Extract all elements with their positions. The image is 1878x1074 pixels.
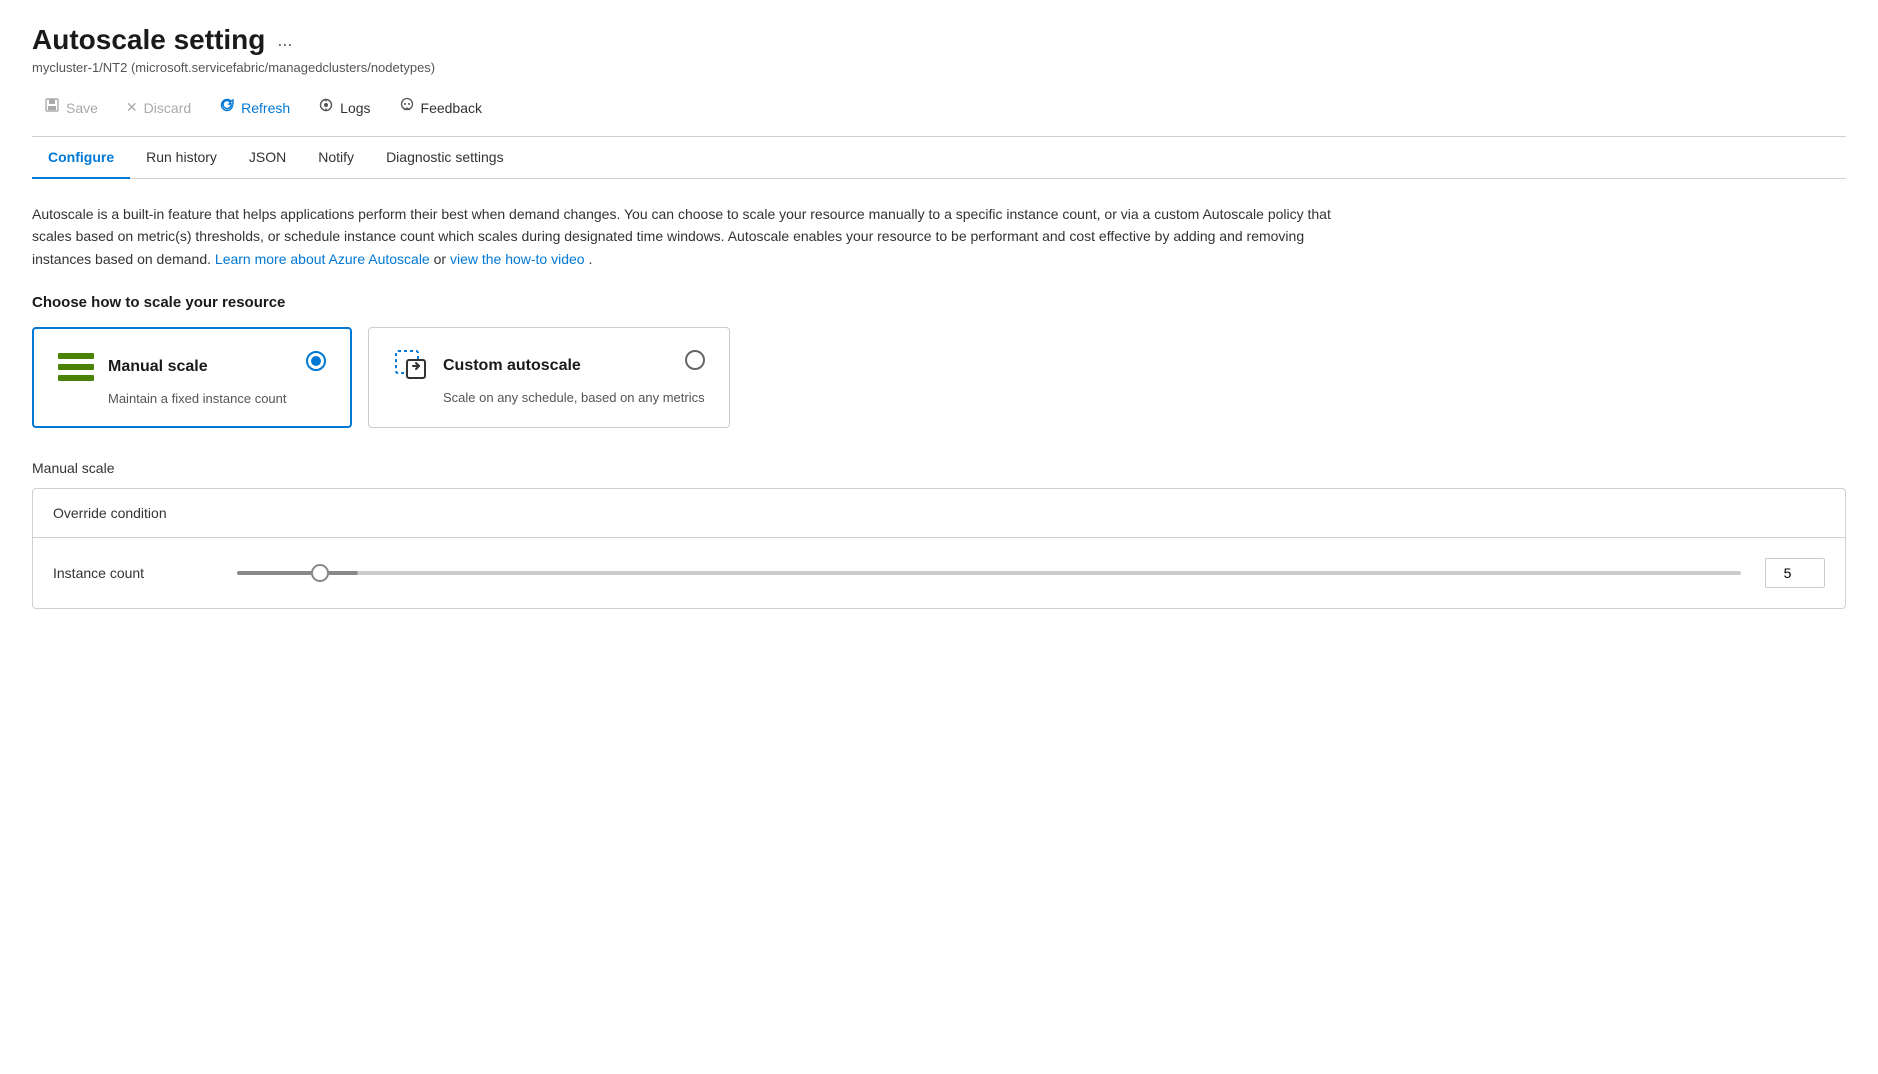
custom-autoscale-icon (393, 348, 429, 384)
custom-autoscale-title: Custom autoscale (443, 357, 581, 375)
logs-button[interactable]: Logs (306, 91, 382, 124)
tab-diagnostic-settings[interactable]: Diagnostic settings (370, 137, 520, 179)
tab-configure[interactable]: Configure (32, 137, 130, 179)
instance-count-row: Instance count (33, 538, 1845, 608)
instance-count-input[interactable] (1765, 558, 1825, 588)
instance-count-label: Instance count (53, 565, 213, 581)
custom-autoscale-radio[interactable] (685, 350, 705, 370)
tab-json[interactable]: JSON (233, 137, 302, 179)
refresh-icon (219, 97, 235, 118)
page-title: Autoscale setting ... (32, 24, 1846, 56)
tab-bar: Configure Run history JSON Notify Diagno… (32, 137, 1846, 179)
save-button[interactable]: Save (32, 91, 110, 124)
custom-autoscale-card[interactable]: Custom autoscale Scale on any schedule, … (368, 327, 730, 428)
logs-icon (318, 97, 334, 118)
scale-options: Manual scale Maintain a fixed instance c… (32, 327, 1846, 428)
feedback-button[interactable]: Feedback (387, 91, 494, 124)
description-text: Autoscale is a built-in feature that hel… (32, 203, 1332, 270)
page-subtitle: mycluster-1/NT2 (microsoft.servicefabric… (32, 60, 1846, 75)
override-condition-header: Override condition (33, 489, 1845, 538)
tab-notify[interactable]: Notify (302, 137, 370, 179)
manual-scale-radio[interactable] (306, 351, 326, 371)
tab-run-history[interactable]: Run history (130, 137, 233, 179)
custom-autoscale-desc: Scale on any schedule, based on any metr… (443, 390, 705, 405)
manual-scale-title: Manual scale (108, 358, 208, 376)
learn-more-link[interactable]: Learn more about Azure Autoscale (215, 251, 430, 267)
refresh-button[interactable]: Refresh (207, 91, 302, 124)
manual-scale-label: Manual scale (32, 460, 1846, 476)
manual-scale-desc: Maintain a fixed instance count (108, 391, 326, 406)
discard-button[interactable]: ✕ Discard (114, 93, 203, 122)
manual-scale-icon (58, 349, 94, 385)
toolbar: Save ✕ Discard Refresh Logs (32, 91, 1846, 136)
how-to-video-link[interactable]: view the how-to video (450, 251, 585, 267)
slider-container (237, 571, 1741, 575)
override-condition-box: Override condition Instance count (32, 488, 1846, 609)
instance-count-slider[interactable] (237, 571, 1741, 575)
feedback-icon (399, 97, 415, 118)
more-options-icon[interactable]: ... (277, 30, 292, 51)
manual-scale-card[interactable]: Manual scale Maintain a fixed instance c… (32, 327, 352, 428)
discard-icon: ✕ (126, 99, 138, 116)
save-icon (44, 97, 60, 118)
scale-section-heading: Choose how to scale your resource (32, 294, 1846, 311)
